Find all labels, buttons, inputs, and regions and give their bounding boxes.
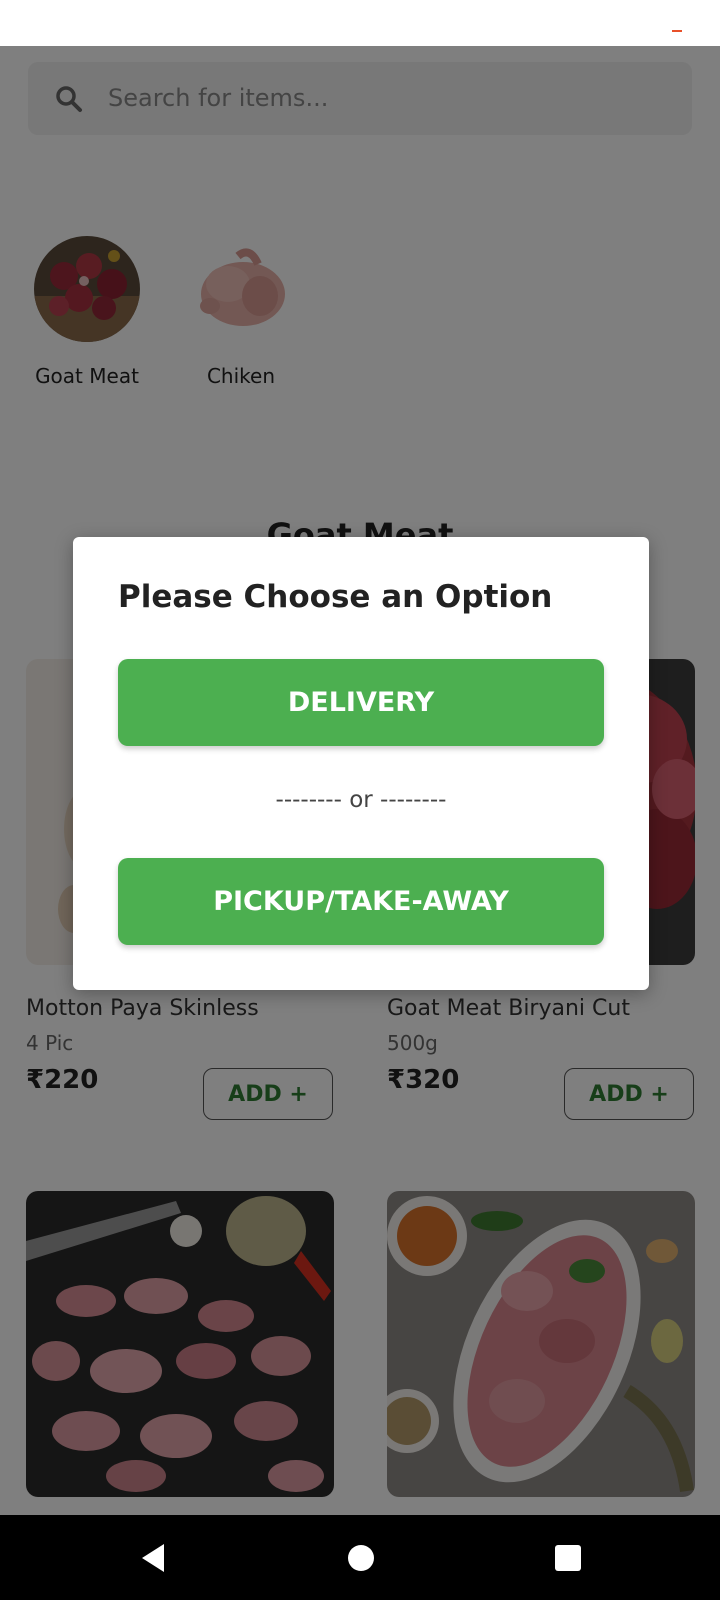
home-icon[interactable] xyxy=(348,1545,374,1571)
or-separator: -------- or -------- xyxy=(275,787,447,813)
system-navigation-bar xyxy=(0,1515,720,1600)
dialog-title: Please Choose an Option xyxy=(118,579,553,615)
recent-apps-icon[interactable] xyxy=(555,1545,581,1571)
status-bar xyxy=(0,0,720,46)
delivery-button[interactable]: DELIVERY xyxy=(118,659,604,746)
back-icon[interactable] xyxy=(138,1542,166,1574)
pickup-takeaway-button[interactable]: PICKUP/TAKE-AWAY xyxy=(118,858,604,945)
status-indicator xyxy=(672,30,682,32)
option-dialog: Please Choose an Option DELIVERY -------… xyxy=(73,537,649,990)
